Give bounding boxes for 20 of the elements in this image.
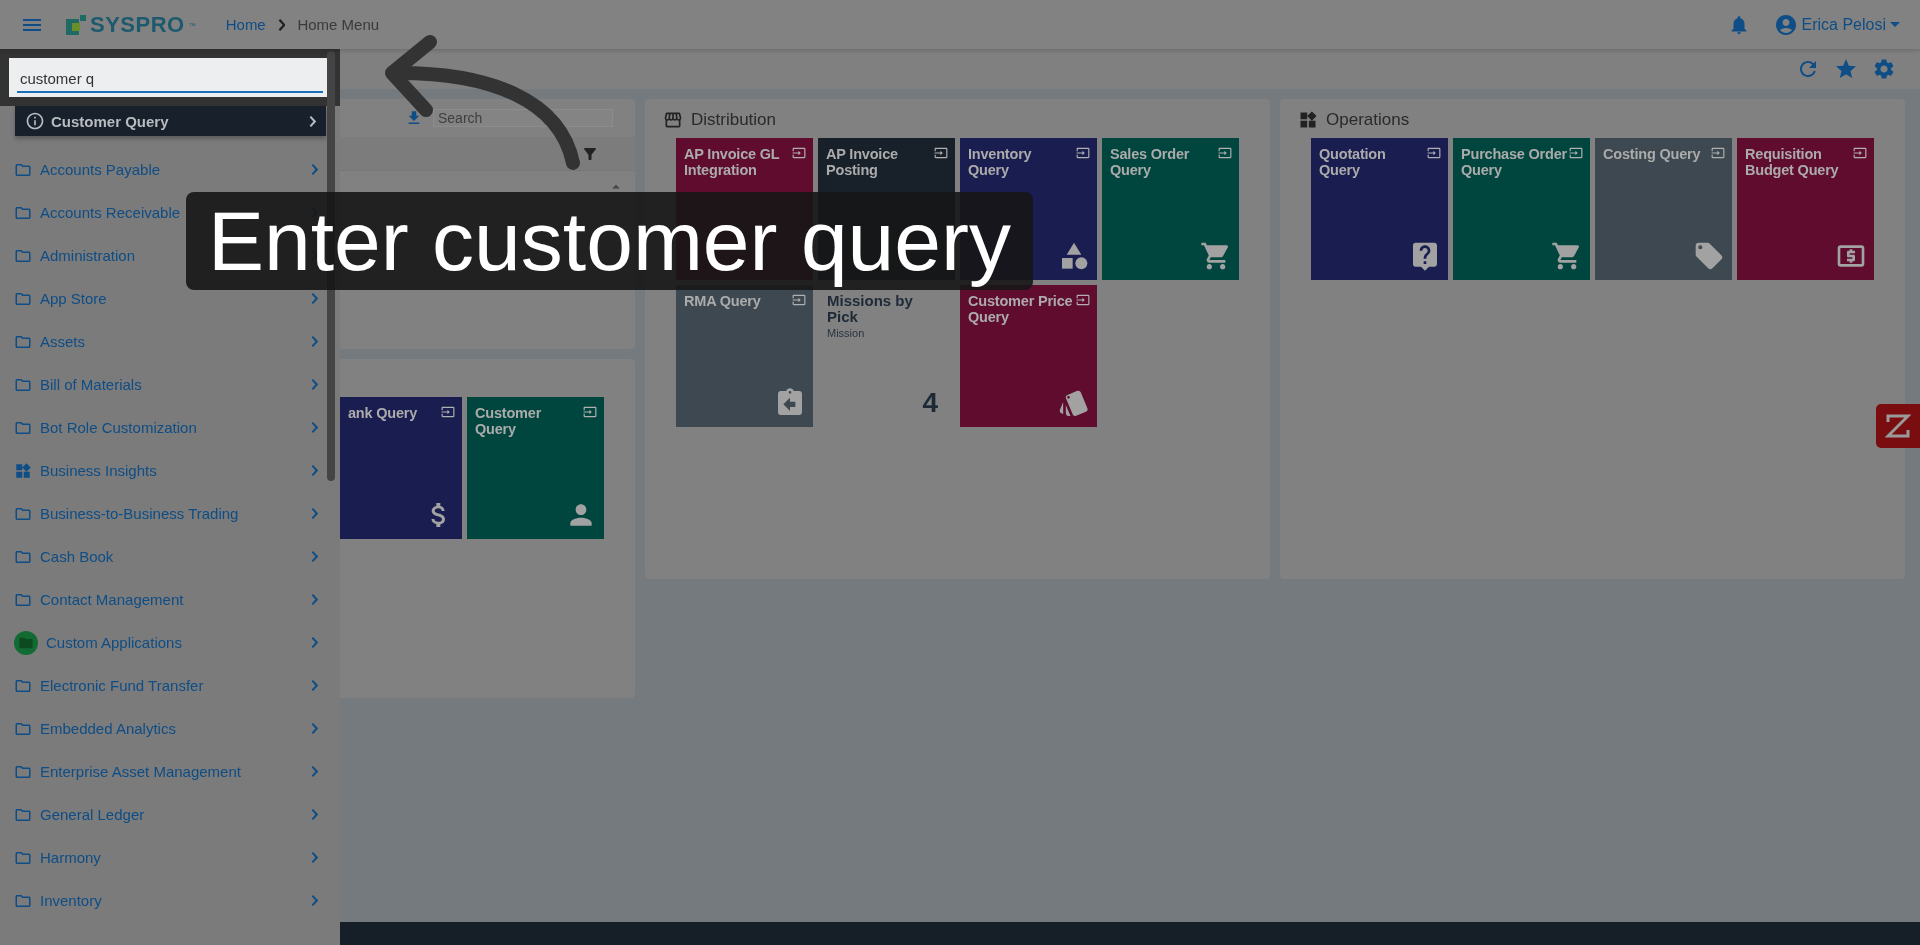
tile-title: AP Invoice GL Integration bbox=[684, 146, 781, 178]
tile-title: Sales Order Query bbox=[1110, 146, 1191, 178]
tile-title: Requisition Budget Query bbox=[1745, 146, 1840, 178]
tile-title: Purchase Order Query bbox=[1461, 146, 1567, 178]
tile-subtitle: Mission bbox=[827, 327, 866, 339]
tile-title: AP Invoice Posting bbox=[826, 146, 899, 178]
tile-title: Customer Query bbox=[475, 405, 543, 437]
kpi-value: 4 bbox=[922, 387, 938, 419]
tile-title: Missions by Pick bbox=[827, 293, 914, 325]
panel-title: Operations bbox=[1326, 109, 1410, 130]
tile-title: Customer Price Query bbox=[968, 293, 1074, 325]
tile-title: Inventory Query bbox=[968, 146, 1033, 178]
panel-title: Distribution bbox=[691, 109, 777, 130]
tile-title: RMA Query bbox=[684, 293, 762, 309]
tile-title: ank Query bbox=[348, 405, 419, 421]
tile-title: Costing Query bbox=[1603, 146, 1702, 162]
caption-tooltip: Enter customer query bbox=[186, 192, 1033, 290]
breadcrumb-item: Home Menu bbox=[297, 16, 380, 33]
tile-title: Quotation Query bbox=[1319, 146, 1387, 178]
brand-name: SYSPRO bbox=[90, 11, 185, 38]
